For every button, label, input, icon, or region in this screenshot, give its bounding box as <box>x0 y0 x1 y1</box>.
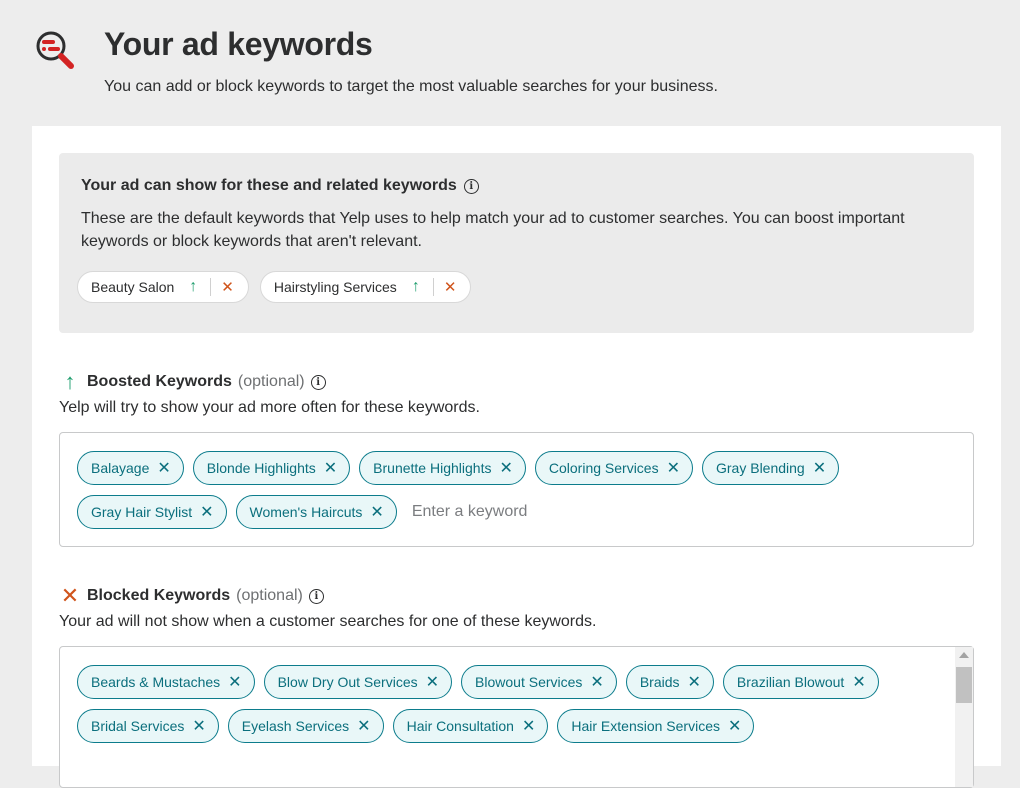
page-title: Your ad keywords <box>104 26 373 62</box>
default-keywords-box: Your ad can show for these and related k… <box>59 153 974 333</box>
remove-icon[interactable]: ✕ <box>324 458 337 478</box>
default-keyword-label: Hairstyling Services <box>273 279 397 295</box>
remove-icon[interactable]: ✕ <box>200 502 213 522</box>
boosted-keyword-chip: Blonde Highlights ✕ <box>192 451 351 485</box>
keyword-label: Eyelash Services <box>241 718 350 734</box>
boosted-keyword-chip: Coloring Services ✕ <box>534 451 693 485</box>
blocked-keyword-chip: Hair Consultation ✕ <box>392 709 549 743</box>
blocked-keywords-title: Blocked Keywords <box>87 587 231 604</box>
blocked-keyword-chips: Beards & Mustaches ✕ Blow Dry Out Service… <box>77 665 943 743</box>
keyword-label: Braids <box>639 674 680 690</box>
keyword-label: Brazilian Blowout <box>736 674 845 690</box>
info-icon[interactable]: i <box>308 588 324 604</box>
boosted-keyword-input[interactable] <box>409 496 614 528</box>
boosted-keywords-heading: ↑ Boosted Keywords (optional) i <box>59 369 326 395</box>
blocked-optional-label: (optional) <box>236 587 303 604</box>
remove-icon[interactable]: ✕ <box>499 458 512 478</box>
boost-arrow-icon[interactable]: ↑ <box>409 278 423 296</box>
remove-icon[interactable]: ✕ <box>728 716 741 736</box>
boosted-keyword-chip: Gray Blending ✕ <box>702 451 840 485</box>
keyword-label: Hair Extension Services <box>571 718 720 734</box>
boost-arrow-icon: ↑ <box>64 369 76 394</box>
boosted-keyword-chip: Balayage ✕ <box>77 451 184 485</box>
blocked-keywords-description: Your ad will not show when a customer se… <box>59 613 597 630</box>
scrollbar-thumb[interactable] <box>956 667 972 703</box>
boost-arrow-icon[interactable]: ↑ <box>186 278 200 296</box>
remove-icon[interactable]: ✕ <box>590 672 603 692</box>
scroll-up-arrow-icon[interactable] <box>959 652 969 658</box>
default-keyword-chip: Beauty Salon ↑ ✕ <box>77 271 249 303</box>
blocked-keyword-chip: Brazilian Blowout ✕ <box>722 665 879 699</box>
keyword-label: Balayage <box>91 460 150 476</box>
remove-icon[interactable]: ✕ <box>370 502 383 522</box>
chip-divider <box>432 278 434 296</box>
info-icon[interactable]: i <box>310 374 326 390</box>
page-subtitle: You can add or block keywords to target … <box>104 78 718 95</box>
keyword-label: Women's Haircuts <box>249 504 363 520</box>
keyword-label: Hair Consultation <box>406 718 514 734</box>
keyword-label: Gray Blending <box>716 460 805 476</box>
boosted-keyword-chips: Balayage ✕ Blonde Highlights ✕ Brunette Hi… <box>77 451 943 529</box>
default-keywords-description: These are the default keywords that Yelp… <box>81 210 905 250</box>
default-keyword-chip: Hairstyling Services ↑ ✕ <box>259 271 472 303</box>
keywords-panel: Your ad can show for these and related k… <box>32 126 1001 788</box>
boosted-keywords-title: Boosted Keywords <box>87 373 232 390</box>
blocked-keyword-chip: Eyelash Services ✕ <box>227 709 384 743</box>
remove-icon[interactable]: ✕ <box>852 672 865 692</box>
keyword-label: Blonde Highlights <box>206 460 316 476</box>
page-header: Your ad keywords You can add or block ke… <box>0 0 1020 126</box>
remove-icon[interactable]: ✕ <box>157 458 170 478</box>
keyword-label: Bridal Services <box>91 718 185 734</box>
remove-icon[interactable]: ✕ <box>667 458 680 478</box>
block-x-icon[interactable]: ✕ <box>221 278 234 296</box>
keyword-label: Gray Hair Stylist <box>91 504 193 520</box>
default-keyword-chips: Beauty Salon ↑ ✕ Hairstyling Services ↑ … <box>77 271 472 303</box>
blocked-keyword-chip: Beards & Mustaches ✕ <box>77 665 255 699</box>
keyword-label: Brunette Highlights <box>373 460 492 476</box>
default-keywords-title: Your ad can show for these and related k… <box>81 177 457 194</box>
keyword-label: Beards & Mustaches <box>91 674 221 690</box>
keyword-label: Blow Dry Out Services <box>277 674 418 690</box>
blocked-keyword-chip: Hair Extension Services ✕ <box>557 709 755 743</box>
boosted-keywords-field[interactable]: Balayage ✕ Blonde Highlights ✕ Brunette Hi… <box>59 432 974 547</box>
remove-icon[interactable]: ✕ <box>228 672 241 692</box>
blocked-keyword-chip: Blowout Services ✕ <box>461 665 617 699</box>
remove-icon[interactable]: ✕ <box>192 716 205 736</box>
blocked-keyword-chip: Blow Dry Out Services ✕ <box>263 665 453 699</box>
default-keywords-title-row: Your ad can show for these and related k… <box>81 177 479 195</box>
boosted-keyword-chip: Brunette Highlights ✕ <box>359 451 526 485</box>
remove-icon[interactable]: ✕ <box>426 672 439 692</box>
remove-icon[interactable]: ✕ <box>357 716 370 736</box>
keyword-label: Blowout Services <box>475 674 583 690</box>
boosted-keywords-description: Yelp will try to show your ad more often… <box>59 399 480 416</box>
chip-divider <box>210 278 212 296</box>
keyword-search-icon <box>36 31 74 69</box>
blocked-keywords-field[interactable]: Beards & Mustaches ✕ Blow Dry Out Service… <box>59 646 974 788</box>
block-x-icon[interactable]: ✕ <box>444 278 457 296</box>
remove-icon[interactable]: ✕ <box>522 716 535 736</box>
keyword-label: Coloring Services <box>548 460 659 476</box>
default-keyword-label: Beauty Salon <box>91 279 175 295</box>
blocked-keyword-chip: Bridal Services ✕ <box>77 709 219 743</box>
scrollbar[interactable] <box>955 647 973 787</box>
blocked-keyword-chip: Braids ✕ <box>625 665 714 699</box>
boosted-keyword-chip: Women's Haircuts ✕ <box>235 495 397 529</box>
remove-icon[interactable]: ✕ <box>813 458 826 478</box>
block-x-icon: ✕ <box>60 583 80 608</box>
blocked-keywords-heading: ✕ Blocked Keywords (optional) i <box>59 583 324 609</box>
remove-icon[interactable]: ✕ <box>688 672 701 692</box>
boosted-optional-label: (optional) <box>237 373 305 390</box>
info-icon[interactable]: i <box>463 178 479 194</box>
boosted-keyword-chip: Gray Hair Stylist ✕ <box>77 495 227 529</box>
